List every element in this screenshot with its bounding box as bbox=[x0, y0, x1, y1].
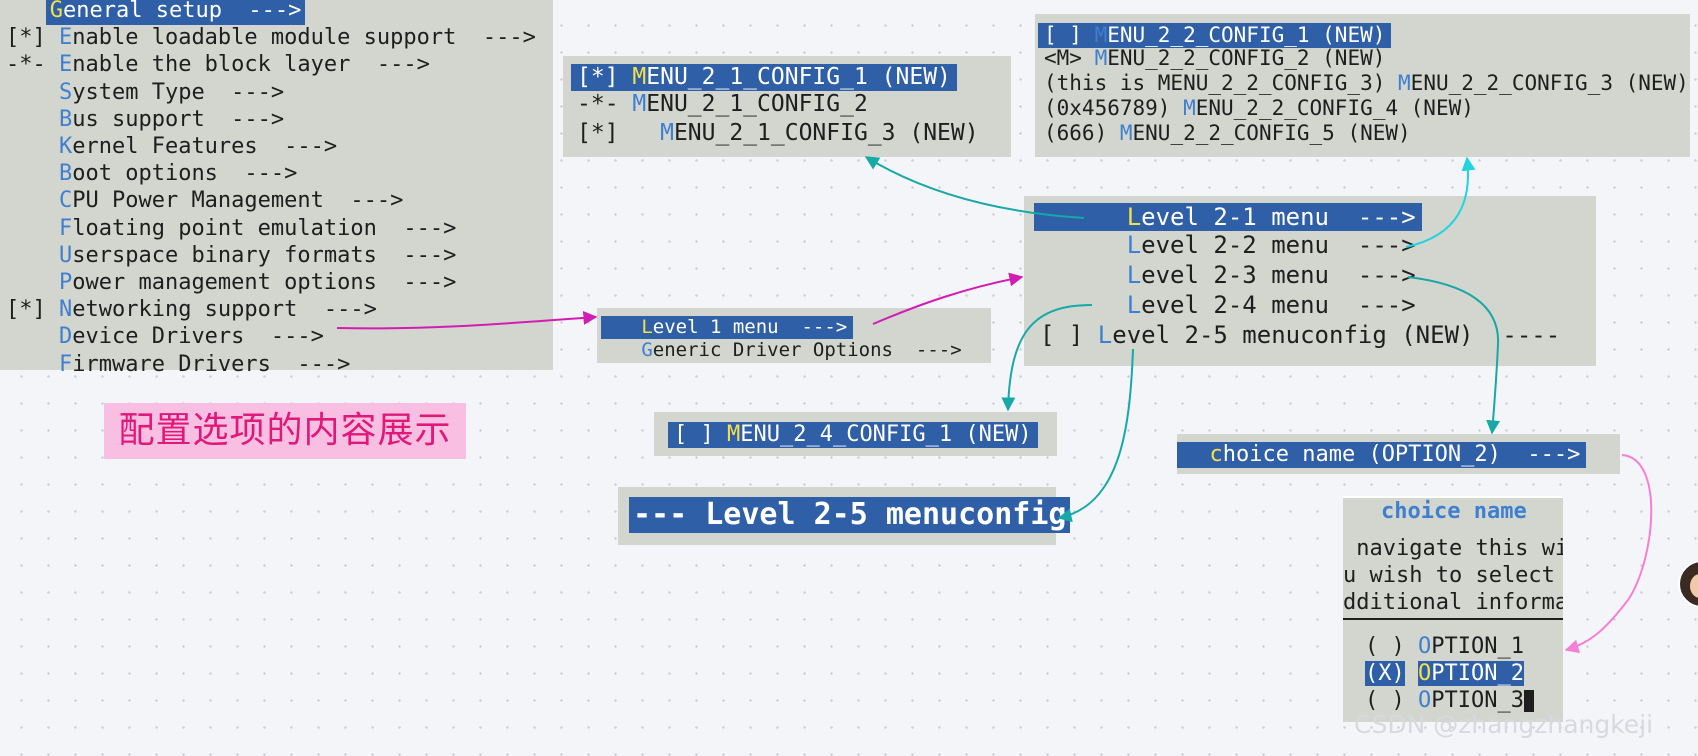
connector-arrows bbox=[336, 156, 1653, 654]
arrow-choice-to-dialog bbox=[1564, 454, 1653, 654]
watermark: CSDN @zhangzhangkeji bbox=[1354, 710, 1654, 739]
arrow-2-4-to-menu-2-4 bbox=[1001, 304, 1093, 412]
arrow-2-2-to-menu-2-2 bbox=[1405, 156, 1476, 248]
arrow-level1-to-level2-menu bbox=[872, 272, 1024, 325]
arrow-2-3-to-menu-2-3 bbox=[1407, 276, 1501, 435]
arrow-device-drivers-to-level1 bbox=[336, 310, 598, 330]
arrow-2-1-to-menu-2-1 bbox=[864, 156, 1085, 219]
arrow-2-5-to-menu-2-5 bbox=[1057, 348, 1134, 523]
